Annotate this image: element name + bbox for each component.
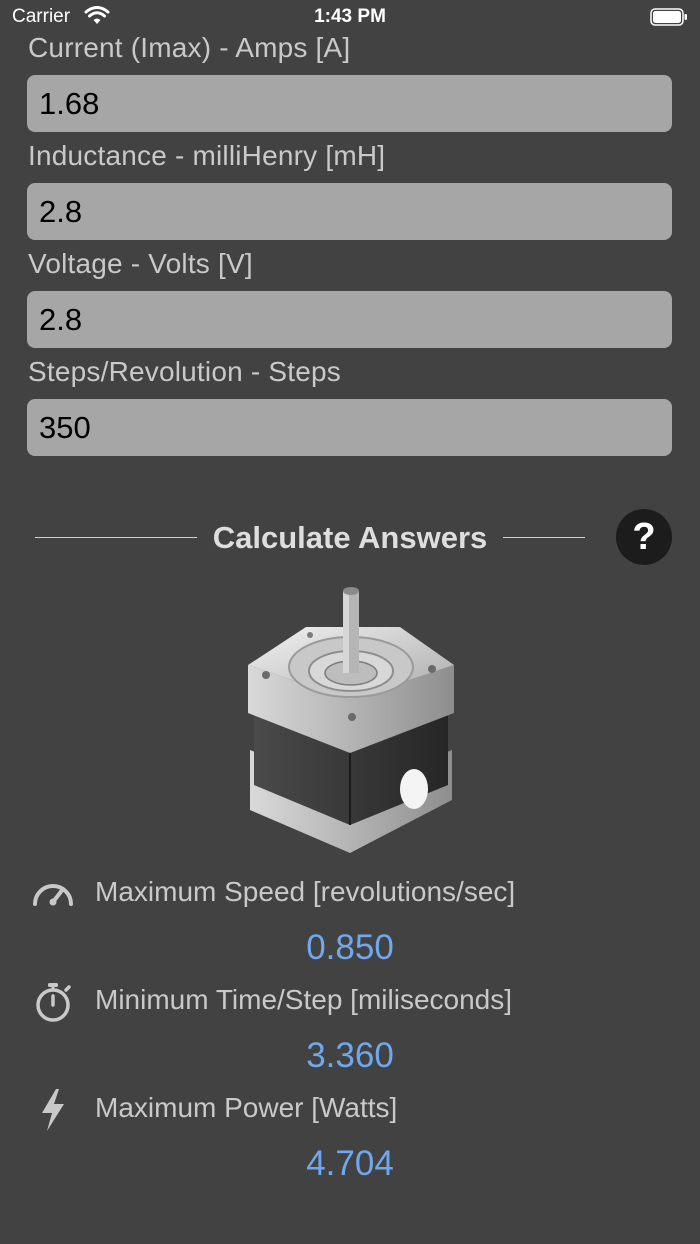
max-power-value: 4.704 bbox=[306, 1144, 394, 1183]
inductance-label: Inductance - milliHenry [mH] bbox=[28, 140, 386, 171]
steps-label: Steps/Revolution - Steps bbox=[28, 356, 341, 387]
stepper-motor-image bbox=[248, 587, 454, 853]
help-button[interactable]: ? bbox=[616, 509, 672, 565]
divider-right bbox=[503, 537, 585, 538]
current-input[interactable] bbox=[27, 75, 672, 132]
speedometer-icon bbox=[33, 884, 73, 906]
question-mark-icon: ? bbox=[632, 516, 656, 558]
voltage-label: Voltage - Volts [V] bbox=[28, 248, 253, 279]
clock: 1:43 PM bbox=[314, 6, 386, 27]
max-speed-label: Maximum Speed [revolutions/sec] bbox=[95, 876, 516, 907]
max-power-label: Maximum Power [Watts] bbox=[95, 1092, 398, 1123]
min-time-step-value: 3.360 bbox=[306, 1036, 394, 1075]
max-speed-value: 0.850 bbox=[306, 928, 394, 967]
current-label: Current (Imax) - Amps [A] bbox=[28, 32, 351, 63]
battery-icon bbox=[650, 8, 687, 26]
status-bar: Carrier 1:43 PM bbox=[0, 0, 700, 36]
inductance-input[interactable] bbox=[27, 183, 672, 240]
calculate-row: Calculate Answers ? bbox=[0, 508, 700, 568]
min-time-step-label: Minimum Time/Step [miliseconds] bbox=[95, 984, 513, 1015]
voltage-input[interactable] bbox=[27, 291, 672, 348]
stopwatch-icon bbox=[36, 983, 71, 1022]
steps-input[interactable] bbox=[27, 399, 672, 456]
divider-left bbox=[35, 537, 197, 538]
lightning-bolt-icon bbox=[42, 1089, 64, 1131]
calculate-answers-button[interactable]: Calculate Answers bbox=[195, 518, 505, 558]
